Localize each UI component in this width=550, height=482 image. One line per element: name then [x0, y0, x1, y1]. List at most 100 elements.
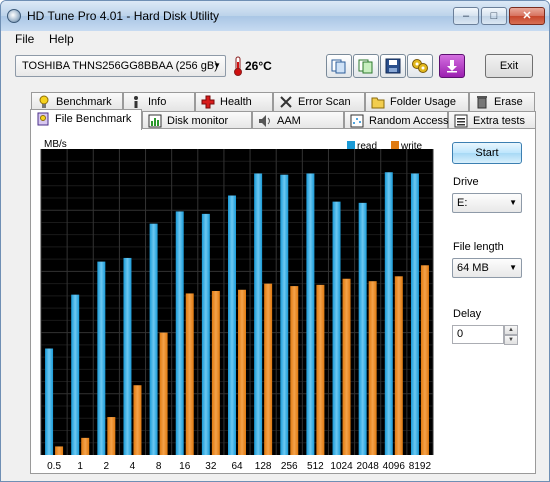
- copy-info-button[interactable]: [326, 54, 352, 78]
- random-access-icon: [350, 114, 364, 128]
- bar-write-1: [81, 437, 90, 455]
- bar-write-8192: [420, 265, 429, 455]
- bar-read-8: [149, 223, 158, 455]
- bar-write-1024: [342, 278, 351, 455]
- x-tick-label: 2048: [357, 461, 380, 472]
- start-button[interactable]: Start: [452, 142, 522, 164]
- bar-read-2: [97, 261, 106, 455]
- bar-write-128: [264, 283, 273, 455]
- tab-health[interactable]: Health: [195, 92, 273, 111]
- download-button[interactable]: [439, 54, 465, 78]
- x-tick-label: 32: [205, 461, 217, 472]
- title-bar: HD Tune Pro 4.01 - Hard Disk Utility – □…: [1, 1, 549, 31]
- tab-folder-usage-label: Folder Usage: [390, 96, 457, 108]
- bar-write-8: [159, 332, 168, 455]
- window-title: HD Tune Pro 4.01 - Hard Disk Utility: [27, 9, 220, 23]
- thermometer-icon: [234, 56, 242, 76]
- drive-selector[interactable]: TOSHIBA THNS256GG8BBAA (256 gB) ▼: [15, 55, 226, 77]
- bar-read-1024: [332, 201, 341, 455]
- x-tick-label: 4: [130, 461, 136, 472]
- minimize-button[interactable]: –: [453, 7, 479, 25]
- benchmark-chart: 50100150200 0.51248163264128256512102420…: [40, 139, 434, 472]
- copy-screenshot-icon: [358, 59, 373, 74]
- bar-write-2: [107, 417, 116, 455]
- legend-read-swatch: [347, 141, 355, 149]
- error-scan-icon: [280, 96, 292, 108]
- legend-write-swatch: [391, 141, 399, 149]
- menu-bar: File Help: [1, 31, 549, 49]
- bar-read-32: [201, 213, 210, 455]
- tab-erase-label: Erase: [494, 96, 523, 108]
- bar-read-256: [280, 174, 289, 456]
- bar-read-64: [228, 195, 236, 455]
- x-tick-label: 128: [255, 461, 272, 472]
- exit-button[interactable]: Exit: [485, 54, 533, 78]
- drive-dropdown[interactable]: E: ▼: [452, 193, 522, 213]
- temperature-readout: 26°C: [245, 59, 272, 73]
- app-icon: [7, 9, 21, 23]
- delay-input[interactable]: 0: [452, 325, 504, 344]
- x-tick-label: 1024: [330, 461, 353, 472]
- save-button[interactable]: [380, 54, 406, 78]
- menu-file[interactable]: File: [11, 32, 38, 46]
- tab-folder-usage[interactable]: Folder Usage: [365, 92, 469, 111]
- file-length-dropdown-value: 64 MB: [457, 262, 489, 274]
- maximize-button[interactable]: □: [481, 7, 507, 25]
- tab-error-scan-label: Error Scan: [298, 96, 351, 108]
- tab-file-benchmark[interactable]: File Benchmark: [30, 109, 142, 130]
- tab-info-label: Info: [148, 96, 167, 108]
- tab-benchmark-label: Benchmark: [56, 96, 112, 108]
- x-tick-label: 64: [231, 461, 243, 472]
- save-icon: [385, 58, 401, 74]
- x-tick-label: 4096: [383, 461, 406, 472]
- app-window: HD Tune Pro 4.01 - Hard Disk Utility – □…: [0, 0, 550, 482]
- options-icon: [412, 59, 428, 73]
- delay-label: Delay: [453, 308, 482, 320]
- x-tick-label: 512: [307, 461, 324, 472]
- legend-read-label: read: [357, 141, 377, 152]
- delay-decrement-button[interactable]: ▼: [504, 335, 518, 345]
- file-benchmark-icon: [37, 112, 49, 126]
- x-tick-label: 2: [104, 461, 110, 472]
- bar-write-0.5: [55, 446, 64, 455]
- x-tick-label: 256: [281, 461, 298, 472]
- tab-aam-label: AAM: [277, 115, 301, 127]
- chevron-down-icon: ▼: [213, 61, 221, 70]
- drive-selector-value: TOSHIBA THNS256GG8BBAA (256 gB): [22, 60, 218, 72]
- legend-write-label: write: [400, 141, 423, 152]
- x-tick-label: 8: [156, 461, 162, 472]
- tab-extra-tests-label: Extra tests: [473, 115, 525, 127]
- bar-read-16: [175, 211, 184, 455]
- delay-increment-button[interactable]: ▲: [504, 325, 518, 335]
- extra-tests-icon: [454, 114, 468, 128]
- tab-disk-monitor-label: Disk monitor: [167, 115, 229, 127]
- toolbar: TOSHIBA THNS256GG8BBAA (256 gB) ▼ 26°C E…: [1, 49, 549, 85]
- x-tick-label: 0.5: [47, 461, 61, 472]
- bar-write-32: [211, 290, 220, 455]
- bar-write-512: [316, 284, 325, 455]
- copy-screenshot-button[interactable]: [353, 54, 379, 78]
- options-button[interactable]: [407, 54, 433, 78]
- tab-error-scan[interactable]: Error Scan: [273, 92, 365, 111]
- bar-write-64: [238, 289, 246, 455]
- tab-random-access-label: Random Access: [369, 115, 449, 127]
- tab-file-benchmark-label: File Benchmark: [55, 113, 132, 125]
- bar-read-128: [254, 173, 263, 456]
- bar-read-512: [306, 173, 315, 456]
- disk-monitor-icon: [148, 114, 162, 128]
- download-icon: [447, 60, 457, 73]
- file-length-dropdown[interactable]: 64 MB ▼: [452, 258, 522, 278]
- bar-read-1: [71, 294, 80, 455]
- menu-help[interactable]: Help: [45, 32, 78, 46]
- close-button[interactable]: ✕: [509, 7, 545, 25]
- bar-write-16: [185, 293, 194, 455]
- copy-info-icon: [331, 59, 346, 74]
- bar-write-4096: [394, 276, 403, 455]
- bar-read-0.5: [45, 348, 54, 455]
- chevron-down-icon: ▼: [509, 198, 517, 207]
- info-icon: [134, 96, 138, 108]
- y-axis-label: MB/s: [44, 139, 67, 150]
- chevron-down-icon: ▼: [509, 263, 517, 272]
- tab-erase[interactable]: Erase: [469, 92, 535, 111]
- tab-health-label: Health: [220, 96, 252, 108]
